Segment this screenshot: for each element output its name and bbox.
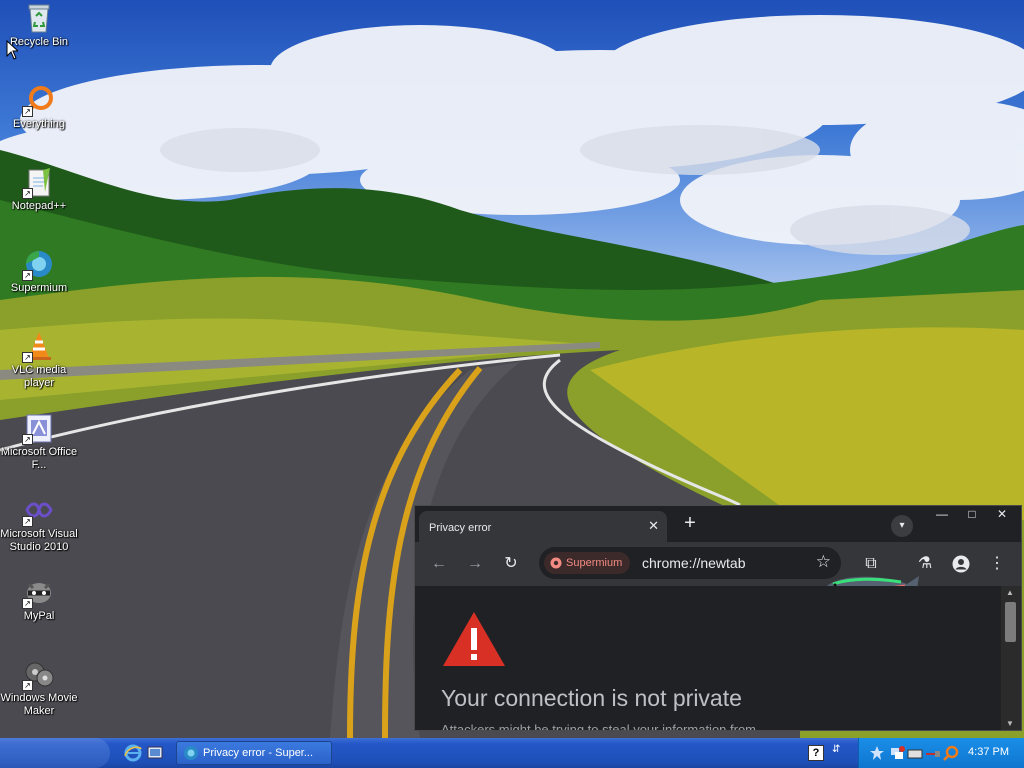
clock[interactable]: 4:37 PM [968, 746, 1009, 758]
page-content: Your connection is not private Attackers… [415, 586, 1001, 731]
desktop-icon-label: Microsoft Office F... [0, 446, 78, 471]
desktop-icon-movie-maker[interactable]: ↗ Windows Movie Maker [0, 658, 78, 718]
close-window-button[interactable]: ✕ [987, 506, 1017, 524]
menu-kebab-icon[interactable]: ⋮ [985, 552, 1009, 576]
mouse-cursor-icon [6, 39, 20, 65]
desktop-icon-visual-studio[interactable]: ↗ Microsoft Visual Studio 2010 [0, 494, 78, 554]
address-bar[interactable]: Supermium chrome://newtab ☆ [539, 547, 841, 579]
desktop-icon-label: MyPal [23, 610, 55, 622]
security-chip[interactable]: Supermium [544, 552, 631, 574]
desktop-icon-notepad-plus-plus[interactable]: ↗ Notepad++ [0, 166, 78, 213]
shortcut-arrow-icon: ↗ [22, 516, 33, 527]
tray-cable-icon[interactable] [925, 745, 941, 761]
desktop-icon-label: Supermium [10, 282, 68, 294]
show-desktop-icon[interactable] [146, 744, 164, 762]
tray-network-icon[interactable] [889, 745, 905, 761]
tab-privacy-error[interactable]: Privacy error ✕ [419, 511, 667, 542]
taskbar-window-button[interactable]: Privacy error - Super... [176, 741, 332, 765]
forward-arrow-icon[interactable]: → [463, 552, 487, 576]
browser-toolbar: ← → ↻ Supermium chrome://newtab ☆ ⧉ ⚗ ⋮ [415, 542, 1021, 586]
start-button[interactable] [0, 738, 110, 768]
language-bar-icon[interactable]: ⇵ [832, 744, 840, 755]
everything-search-icon: ↗ [22, 84, 55, 117]
tray-star-icon[interactable] [869, 745, 885, 761]
shortcut-arrow-icon: ↗ [22, 598, 33, 609]
profile-avatar-icon[interactable] [949, 552, 973, 576]
desktop-icon-label: Microsoft Visual Studio 2010 [0, 528, 78, 553]
desktop-icon-label: Notepad++ [11, 200, 67, 212]
bookmark-star-icon[interactable]: ☆ [816, 552, 831, 572]
shortcut-arrow-icon: ↗ [22, 680, 33, 691]
desktop-icon-label: Windows Movie Maker [0, 692, 78, 717]
desktop-icon-microsoft-office[interactable]: ↗ Microsoft Office F... [0, 412, 78, 472]
tray-keyboard-icon[interactable] [907, 745, 923, 761]
desktop-icon-label: VLC media player [11, 364, 67, 389]
desktop-icon-everything[interactable]: ↗ Everything [0, 84, 78, 131]
mypal-raccoon-icon: ↗ [22, 576, 55, 609]
supermium-browser-icon: ↗ [22, 248, 55, 281]
url-text[interactable]: chrome://newtab [642, 555, 746, 571]
desktop-icon-supermium[interactable]: ↗ Supermium [0, 248, 78, 295]
browser-window: Privacy error ✕ + ▾ — □ ✕ ← → ↻ Supermiu… [414, 505, 1022, 731]
minimize-button[interactable]: — [927, 506, 957, 524]
security-chip-label: Supermium [566, 557, 623, 569]
notepad-plus-plus-icon: ↗ [22, 166, 55, 199]
shortcut-arrow-icon: ↗ [22, 106, 33, 117]
page-heading: Your connection is not private [441, 685, 742, 711]
tab-search-chevron-icon[interactable]: ▾ [891, 515, 913, 537]
help-icon[interactable]: ? [808, 745, 824, 761]
reload-icon[interactable]: ↻ [499, 552, 523, 576]
back-arrow-icon[interactable]: ← [427, 552, 451, 576]
taskbar-window-title: Privacy error - Super... [203, 747, 314, 759]
tab-close-icon[interactable]: ✕ [648, 518, 659, 534]
supermium-taskbar-icon [184, 746, 198, 760]
shortcut-arrow-icon: ↗ [22, 352, 33, 363]
tab-title: Privacy error [429, 522, 492, 534]
shortcut-arrow-icon: ↗ [22, 188, 33, 199]
page-scrollbar[interactable]: ▲ ▼ [1001, 586, 1021, 730]
recycle-bin-icon [23, 2, 55, 34]
tray-search-icon[interactable] [943, 745, 959, 761]
shortcut-arrow-icon: ↗ [22, 270, 33, 281]
page-subtext: Attackers might be trying to steal your … [441, 722, 757, 731]
desktop-icon-label: Everything [13, 118, 65, 130]
new-tab-button[interactable]: + [677, 512, 703, 536]
scroll-up-arrow-icon[interactable]: ▲ [1006, 588, 1014, 597]
taskbar: Privacy error - Super... ? ⇵ 4:37 PM [0, 738, 1024, 768]
scrollbar-thumb[interactable] [1005, 602, 1016, 642]
vlc-cone-icon: ↗ [22, 330, 55, 363]
movie-maker-icon: ↗ [22, 658, 55, 691]
office-file-icon: ↗ [22, 412, 55, 445]
system-tray: 4:37 PM [858, 738, 1024, 768]
maximize-button[interactable]: □ [957, 506, 987, 524]
tab-strip: Privacy error ✕ + ▾ — □ ✕ [415, 506, 1021, 542]
warning-triangle-icon [441, 610, 507, 673]
supermium-logo-icon [550, 557, 562, 569]
desktop-icon-mypal[interactable]: ↗ MyPal [0, 576, 78, 623]
desktop-icon-vlc[interactable]: ↗ VLC media player [0, 330, 78, 390]
shortcut-arrow-icon: ↗ [22, 434, 33, 445]
internet-explorer-icon[interactable] [124, 744, 142, 762]
visual-studio-icon: ↗ [22, 494, 55, 527]
scroll-down-arrow-icon[interactable]: ▼ [1006, 719, 1014, 728]
